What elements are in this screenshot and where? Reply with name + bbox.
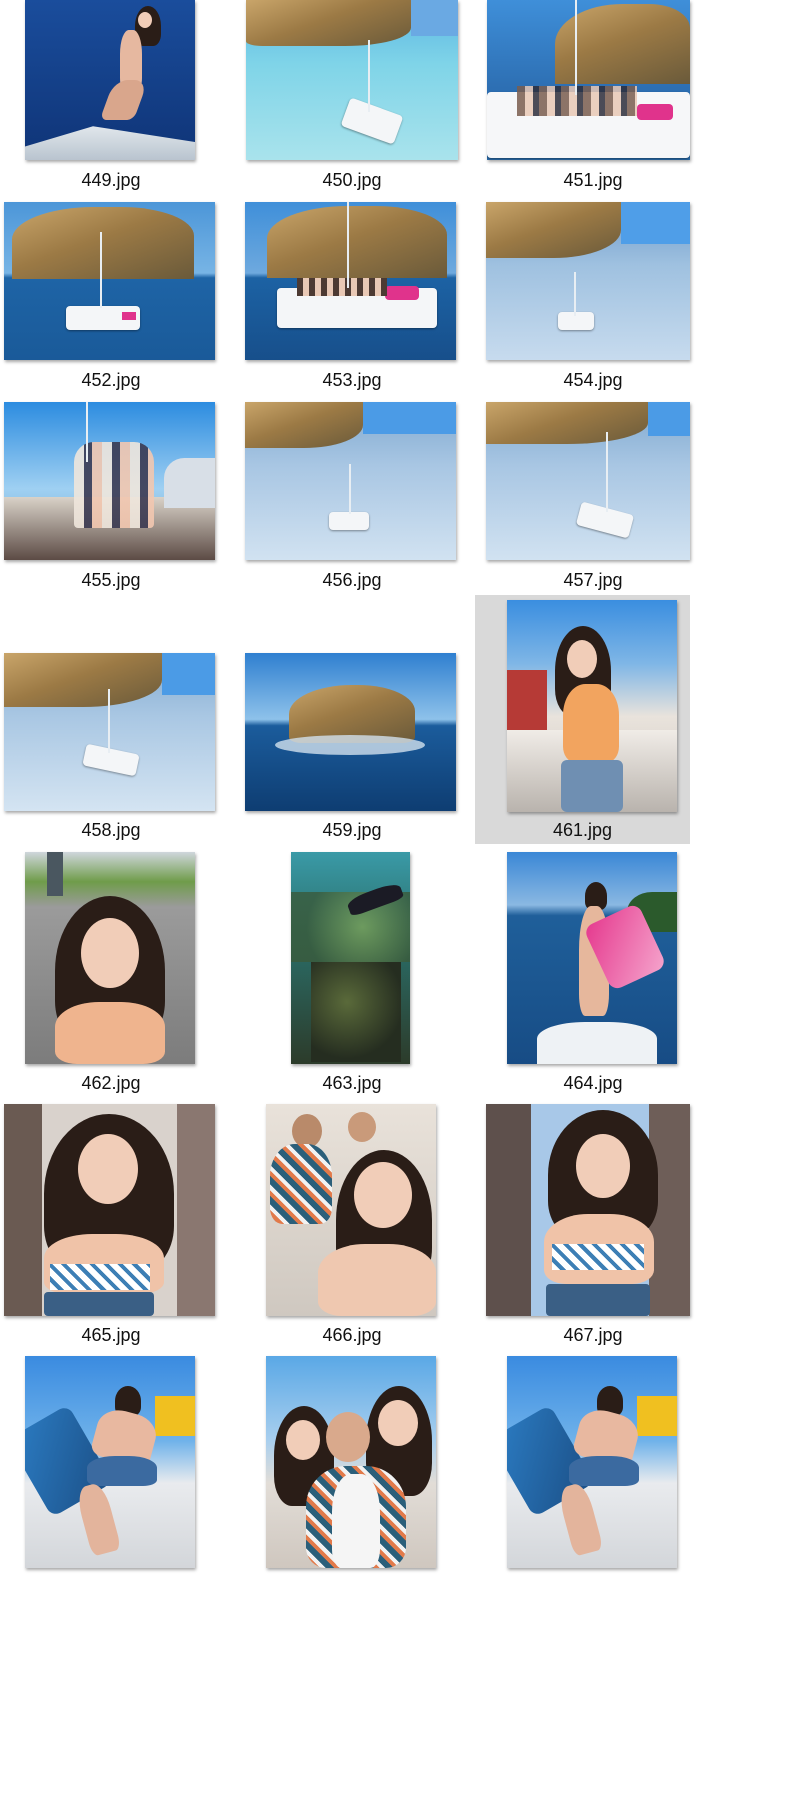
file-name-label: 449.jpg [81, 170, 141, 190]
file-tile-462[interactable]: 462.jpg [0, 848, 222, 1098]
thumbnail-454[interactable] [486, 202, 690, 360]
file-tile-470[interactable] [482, 1352, 704, 1568]
file-tile-452[interactable]: 452.jpg [0, 200, 222, 395]
thumbnail-465[interactable] [4, 1104, 215, 1316]
thumbnail-462[interactable] [25, 852, 195, 1064]
thumbnail-457[interactable] [486, 402, 690, 560]
file-tile-458[interactable]: 458.jpg [0, 595, 222, 845]
thumbnail-470[interactable] [507, 1356, 677, 1568]
file-name-label: 462.jpg [81, 1073, 141, 1093]
thumbnail-468[interactable] [25, 1356, 195, 1568]
file-tile-461[interactable]: 461.jpg [475, 595, 690, 844]
file-tile-456[interactable]: 456.jpg [241, 400, 463, 595]
file-tile-465[interactable]: 465.jpg [0, 1100, 222, 1350]
thumbnail-469[interactable] [266, 1356, 436, 1568]
file-tile-464[interactable]: 464.jpg [482, 848, 704, 1098]
file-name-label: 453.jpg [322, 370, 382, 390]
thumbnail-459[interactable] [245, 653, 456, 811]
file-name-label: 466.jpg [322, 1325, 382, 1345]
file-name-label: 461.jpg [552, 820, 613, 840]
thumbnail-453[interactable] [245, 202, 456, 360]
thumbnail-458[interactable] [4, 653, 215, 811]
file-name-label: 455.jpg [81, 570, 141, 590]
file-tile-455[interactable]: 455.jpg [0, 400, 222, 595]
thumbnail-451[interactable] [487, 0, 690, 160]
thumbnail-452[interactable] [4, 202, 215, 360]
file-tile-466[interactable]: 466.jpg [241, 1100, 463, 1350]
file-name-label: 450.jpg [322, 170, 382, 190]
file-tile-450[interactable]: 450.jpg [241, 0, 463, 195]
file-tile-469[interactable] [241, 1352, 463, 1568]
file-tile-453[interactable]: 453.jpg [241, 200, 463, 395]
file-name-label: 463.jpg [322, 1073, 382, 1093]
file-name-label: 465.jpg [81, 1325, 141, 1345]
file-name-label: 464.jpg [563, 1073, 623, 1093]
thumbnail-463[interactable] [291, 852, 410, 1064]
file-tile-449[interactable]: 449.jpg [0, 0, 222, 195]
file-tile-459[interactable]: 459.jpg [241, 595, 463, 845]
file-name-label: 458.jpg [81, 820, 141, 840]
thumbnail-461[interactable] [507, 600, 677, 812]
file-tile-467[interactable]: 467.jpg [482, 1100, 704, 1350]
file-tile-463[interactable]: 463.jpg [241, 848, 463, 1098]
file-name-label: 467.jpg [563, 1325, 623, 1345]
thumbnail-466[interactable] [266, 1104, 436, 1316]
file-name-label: 454.jpg [563, 370, 623, 390]
file-tile-468[interactable] [0, 1352, 222, 1568]
thumbnail-450[interactable] [246, 0, 458, 160]
file-name-label: 456.jpg [322, 570, 382, 590]
thumbnail-467[interactable] [486, 1104, 690, 1316]
thumbnail-449[interactable] [25, 0, 195, 160]
file-name-label: 457.jpg [563, 570, 623, 590]
thumbnail-464[interactable] [507, 852, 677, 1064]
file-tile-451[interactable]: 451.jpg [482, 0, 704, 195]
file-name-label: 452.jpg [81, 370, 141, 390]
file-name-label: 451.jpg [563, 170, 623, 190]
thumbnail-456[interactable] [245, 402, 456, 560]
file-tile-454[interactable]: 454.jpg [482, 200, 704, 395]
file-name-label: 459.jpg [322, 820, 382, 840]
file-tile-457[interactable]: 457.jpg [482, 400, 704, 595]
thumbnail-455[interactable] [4, 402, 215, 560]
